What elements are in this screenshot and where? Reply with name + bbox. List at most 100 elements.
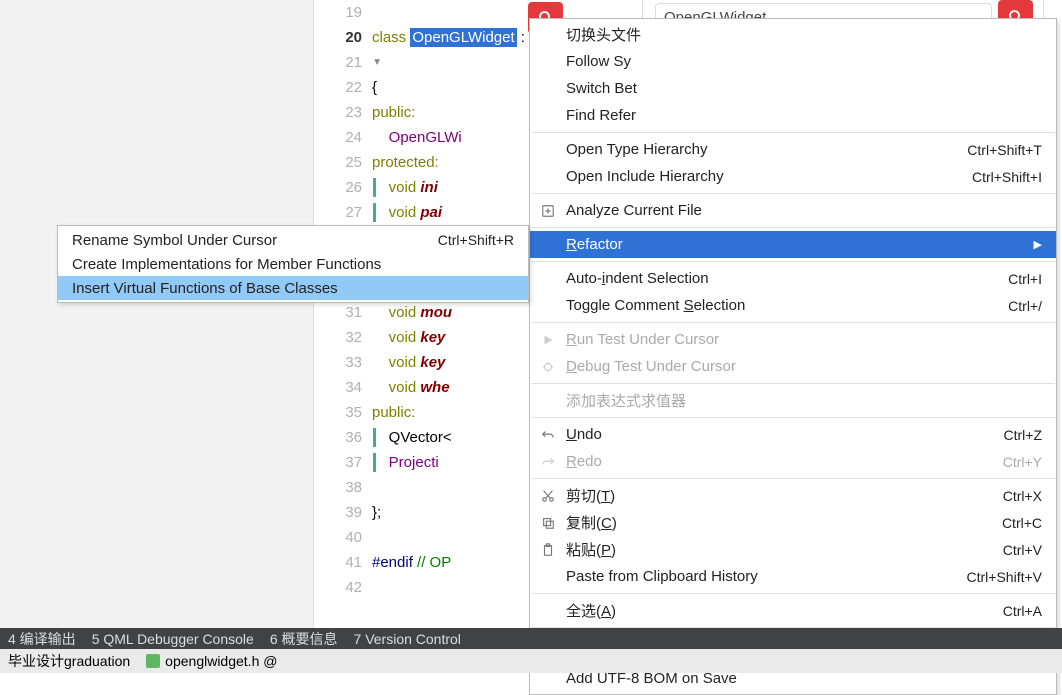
menu-item-label: 添加表达式求值器 (566, 390, 1042, 411)
menu-item-shortcut: Ctrl+Shift+T (967, 142, 1042, 158)
menu-item-label: Toggle Comment Selection (566, 297, 1008, 314)
line-number: 22 (314, 75, 372, 100)
status-bar[interactable]: 4 编译输出5 QML Debugger Console6 概要信息7 Vers… (0, 628, 1062, 649)
menu-item[interactable]: UndoCtrl+Z (530, 421, 1056, 448)
file-icon (146, 654, 160, 668)
menu-item-shortcut: Ctrl+A (1003, 603, 1042, 619)
menu-item-label: Undo (566, 426, 1004, 443)
menu-item[interactable]: Open Include HierarchyCtrl+Shift+I (530, 163, 1056, 190)
line-number: 20 (314, 25, 372, 50)
line-number: 42 (314, 575, 372, 600)
menu-item-label: Find Refer (566, 107, 1042, 124)
menu-item-shortcut: Ctrl+Y (1003, 454, 1042, 470)
submenu-item-shortcut: Ctrl+Shift+R (438, 232, 514, 248)
line-number: 25 (314, 150, 372, 175)
menu-separator (531, 593, 1055, 594)
menu-item-label: 切换头文件 (566, 24, 1042, 45)
menu-item-label: Open Include Hierarchy (566, 168, 972, 185)
gutter-margin (0, 0, 314, 630)
line-number: 33 (314, 350, 372, 375)
menu-item[interactable]: 粘贴(P)Ctrl+V (530, 536, 1056, 563)
line-number: 41 (314, 550, 372, 575)
output-pane-tab[interactable]: 4 编译输出 (0, 629, 84, 649)
output-pane-tab[interactable]: 5 QML Debugger Console (84, 631, 262, 647)
menu-item[interactable]: Follow Sy (530, 48, 1056, 75)
menu-item-shortcut: Ctrl+V (1003, 542, 1042, 558)
file-tab[interactable]: openglwidget.h @ (138, 653, 285, 669)
menu-item: Run Test Under Cursor (530, 326, 1056, 353)
menu-item[interactable]: 切换头文件 (530, 21, 1056, 48)
menu-item-label: 全选(A) (566, 600, 1003, 621)
line-number: 36 (314, 425, 372, 450)
context-menu[interactable]: 切换头文件 Follow Sy Switch Bet Find Refer Open T… (529, 18, 1057, 695)
file-tabs[interactable]: 毕业设计graduationopenglwidget.h @ (0, 649, 1062, 673)
output-pane-tab[interactable]: 7 Version Control (346, 631, 469, 647)
line-number: 37 (314, 450, 372, 475)
menu-item-label: Paste from Clipboard History (566, 568, 967, 585)
line-number: 23 (314, 100, 372, 125)
submenu-item-label: Create Implementations for Member Functi… (72, 256, 514, 273)
menu-item-shortcut: Ctrl+X (1003, 488, 1042, 504)
menu-item: Debug Test Under Cursor (530, 353, 1056, 380)
menu-item-shortcut: Ctrl+Z (1004, 427, 1043, 443)
analyze-icon (540, 203, 556, 219)
menu-item[interactable]: Toggle Comment SelectionCtrl+/ (530, 292, 1056, 319)
menu-item-label: Switch Bet (566, 80, 1042, 97)
menu-item: RedoCtrl+Y (530, 448, 1056, 475)
menu-item[interactable]: Auto-indent SelectionCtrl+I (530, 265, 1056, 292)
menu-separator (531, 261, 1055, 262)
menu-separator (531, 193, 1055, 194)
copy-icon (540, 515, 556, 531)
line-number: 32 (314, 325, 372, 350)
menu-item-label: Analyze Current File (566, 202, 1042, 219)
line-number: 35 (314, 400, 372, 425)
menu-item-label: Follow Sy (566, 53, 1042, 70)
submenu-item[interactable]: Create Implementations for Member Functi… (58, 252, 528, 276)
menu-separator (531, 383, 1055, 384)
menu-item[interactable]: 复制(C)Ctrl+C (530, 509, 1056, 536)
line-number: 19 (314, 0, 372, 25)
paste-icon (540, 542, 556, 558)
menu-separator (531, 322, 1055, 323)
line-number: 38 (314, 475, 372, 500)
submenu-item[interactable]: Rename Symbol Under CursorCtrl+Shift+R (58, 228, 528, 252)
line-number: 27 (314, 200, 372, 225)
line-number: 24 (314, 125, 372, 150)
menu-item-label: Run Test Under Cursor (566, 331, 1042, 348)
menu-item[interactable]: 剪切(T)Ctrl+X (530, 482, 1056, 509)
refactor-submenu[interactable]: Rename Symbol Under CursorCtrl+Shift+R Cr… (57, 225, 529, 303)
submenu-item[interactable]: Insert Virtual Functions of Base Classes (58, 276, 528, 300)
menu-item-shortcut: Ctrl+C (1002, 515, 1042, 531)
menu-item-label: Refactor (566, 236, 1026, 253)
menu-item[interactable]: 全选(A)Ctrl+A (530, 597, 1056, 624)
menu-item-label: Open Type Hierarchy (566, 141, 967, 158)
menu-separator (531, 132, 1055, 133)
menu-item[interactable]: Find Refer (530, 102, 1056, 129)
menu-item-label: Auto-indent Selection (566, 270, 1008, 287)
menu-separator (531, 478, 1055, 479)
submenu-arrow-icon: ▶ (1034, 238, 1042, 251)
menu-item[interactable]: Paste from Clipboard HistoryCtrl+Shift+V (530, 563, 1056, 590)
menu-separator (531, 227, 1055, 228)
menu-item-label: 粘贴(P) (566, 539, 1003, 560)
menu-item: 添加表达式求值器 (530, 387, 1056, 414)
menu-item[interactable]: Analyze Current File (530, 197, 1056, 224)
debug-icon (540, 359, 556, 375)
menu-item-label: 复制(C) (566, 512, 1002, 533)
menu-item[interactable]: Switch Bet (530, 75, 1056, 102)
menu-item[interactable]: Refactor ▶ (530, 231, 1056, 258)
menu-separator (531, 417, 1055, 418)
file-tab[interactable]: 毕业设计graduation (0, 651, 138, 671)
cut-icon (540, 488, 556, 504)
menu-item-shortcut: Ctrl+/ (1008, 298, 1042, 314)
undo-icon (540, 427, 556, 443)
menu-item[interactable]: Open Type HierarchyCtrl+Shift+T (530, 136, 1056, 163)
menu-item-label: Redo (566, 453, 1003, 470)
menu-item-shortcut: Ctrl+I (1008, 271, 1042, 287)
line-number: 39 (314, 500, 372, 525)
redo-icon (540, 454, 556, 470)
output-pane-tab[interactable]: 6 概要信息 (262, 629, 346, 649)
menu-item-shortcut: Ctrl+Shift+V (967, 569, 1042, 585)
line-number: 31 (314, 300, 372, 325)
run-icon (540, 332, 556, 348)
